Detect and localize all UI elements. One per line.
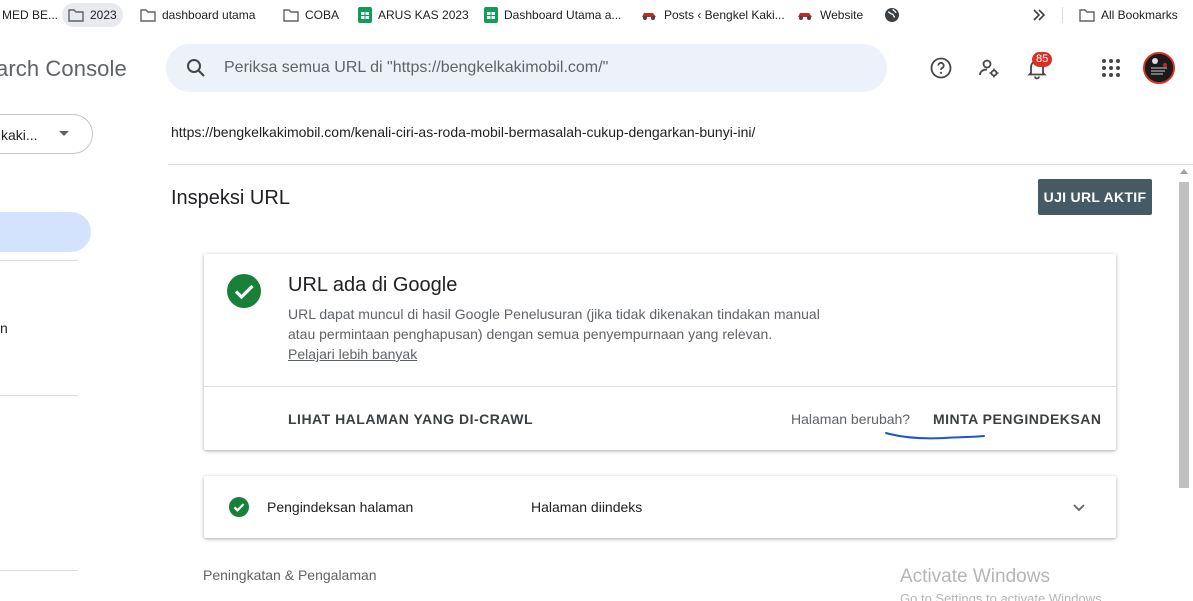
bookmark-folder-coba[interactable]: COBA	[277, 3, 345, 27]
header-divider	[168, 164, 1193, 165]
bookmark-globe[interactable]	[878, 3, 906, 27]
dropdown-caret-icon	[59, 131, 69, 136]
url-status-card: URL ada di Google URL dapat muncul di ha…	[204, 254, 1116, 450]
page-indexing-row[interactable]: Pengindeksan halaman Halaman diindeks	[204, 476, 1116, 538]
bookmark-label: 2023	[90, 8, 117, 22]
test-live-url-button[interactable]: UJI URL AKTIF	[1038, 179, 1152, 215]
apps-button[interactable]	[1095, 52, 1127, 84]
scrollbar-thumb[interactable]	[1179, 182, 1189, 488]
property-selector[interactable]: kaki...	[0, 114, 93, 154]
notification-count-badge: 85	[1032, 52, 1053, 67]
sheets-icon	[358, 7, 372, 23]
folder-icon	[68, 9, 84, 22]
bookmark-label: Dashboard Utama a...	[504, 8, 622, 22]
sidebar-divider	[0, 570, 78, 571]
status-description-line: URL dapat muncul di hasil Google Penelus…	[288, 306, 820, 322]
bookmark-posts[interactable]: Posts ‹ Bengkel Kaki...	[634, 3, 791, 27]
sidebar-divider	[0, 395, 78, 396]
check-circle-icon	[227, 274, 261, 308]
bookmark-website[interactable]: Website	[790, 3, 869, 27]
all-bookmarks-label: All Bookmarks	[1101, 8, 1178, 22]
bookmark-folder-2023[interactable]: 2023	[62, 3, 123, 27]
sheets-icon	[484, 7, 498, 23]
folder-icon	[140, 9, 156, 22]
help-button[interactable]	[925, 52, 957, 84]
search-input[interactable]	[224, 56, 844, 80]
page-title: Inspeksi URL	[171, 187, 290, 209]
property-name: kaki...	[1, 127, 38, 143]
scrollbar-up-arrow[interactable]	[1180, 169, 1188, 174]
view-crawled-page-button[interactable]: LIHAT HALAMAN YANG DI-CRAWL	[288, 411, 533, 427]
inspected-url: https://bengkelkakimobil.com/kenali-ciri…	[171, 124, 756, 140]
apps-grid-icon	[1102, 59, 1120, 77]
all-bookmarks-button[interactable]: All Bookmarks	[1073, 3, 1184, 27]
account-avatar[interactable]	[1143, 52, 1175, 84]
check-circle-icon	[229, 497, 249, 517]
request-indexing-button[interactable]: MINTA PENGINDEKSAN	[933, 411, 1101, 427]
status-description-line: atau permintaan penghapusan) dengan semu…	[288, 326, 773, 342]
enhancements-heading: Peningkatan & Pengalaman	[203, 567, 377, 583]
chevron-down-icon[interactable]	[1070, 498, 1088, 516]
activate-windows-watermark-subtitle: Go to Settings to activate Windows.	[900, 591, 1106, 601]
url-inspect-search[interactable]	[166, 44, 887, 92]
annotation-underline	[885, 432, 985, 440]
bookmark-label: dashboard utama	[162, 8, 256, 22]
folder-icon	[283, 9, 299, 22]
bookmark-label: Website	[820, 8, 864, 22]
bookmark-label: Posts ‹ Bengkel Kaki...	[664, 8, 785, 22]
sidebar-divider	[0, 260, 78, 261]
bookmarks-divider	[1062, 7, 1063, 23]
activate-windows-watermark-title: Activate Windows	[900, 566, 1050, 587]
car-logo-icon	[798, 13, 812, 20]
bookmarks-bar: MED BE... 2023 dashboard utama COBA ARUS…	[0, 0, 1193, 30]
page-changed-label: Halaman berubah?	[791, 411, 911, 427]
help-icon	[930, 57, 952, 79]
indexing-label: Pengindeksan halaman	[267, 499, 414, 515]
bookmarks-overflow-button[interactable]	[1026, 3, 1052, 27]
status-description: URL dapat muncul di hasil Google Penelus…	[288, 304, 888, 344]
card-divider	[204, 386, 1116, 387]
sidebar-item-active[interactable]	[0, 212, 91, 252]
bookmark-folder-dashboard-utama[interactable]: dashboard utama	[134, 3, 261, 27]
learn-more-link[interactable]: Pelajari lebih banyak	[288, 344, 417, 364]
globe-icon	[885, 8, 899, 22]
bookmark-label: COBA	[305, 8, 340, 22]
double-chevron-right-icon	[1033, 9, 1046, 21]
search-console-page: MED BE... 2023 dashboard utama COBA ARUS…	[0, 0, 1193, 601]
indexing-status-value: Halaman diindeks	[531, 499, 643, 515]
bookmark-dashboard-utama-a[interactable]: Dashboard Utama a...	[478, 3, 627, 27]
sidebar-item-partial[interactable]: n	[0, 320, 8, 336]
avatar-image	[1145, 54, 1173, 82]
car-logo-icon	[642, 13, 656, 20]
user-settings-icon	[979, 59, 999, 78]
bookmark-label: MED BE...	[2, 8, 59, 22]
bookmark-label: ARUS KAS 2023	[378, 8, 469, 22]
settings-button[interactable]	[973, 52, 1005, 84]
bookmark-arus-kas[interactable]: ARUS KAS 2023	[352, 3, 475, 27]
search-icon	[187, 59, 205, 77]
folder-icon	[1079, 9, 1095, 22]
app-title: arch Console	[0, 56, 127, 81]
bookmark-item[interactable]: MED BE...	[0, 3, 64, 27]
status-title: URL ada di Google	[288, 274, 458, 296]
